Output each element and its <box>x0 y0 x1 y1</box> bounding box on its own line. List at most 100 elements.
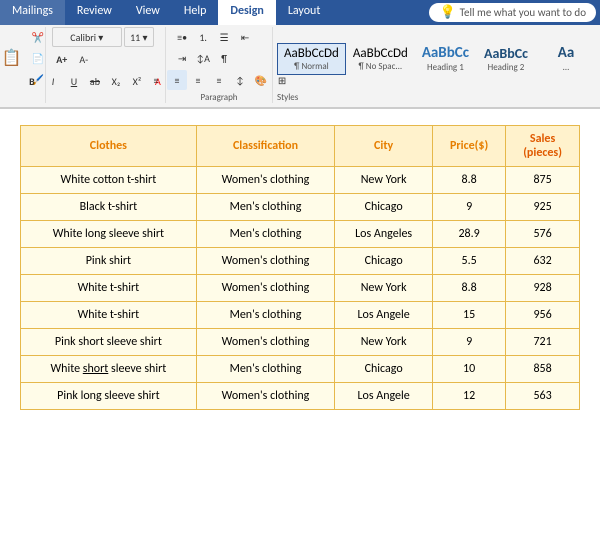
cell-r3-c1: Women's clothing <box>196 248 334 275</box>
table-row: White short sleeve shirtMen's clothingCh… <box>21 356 580 383</box>
table-row: Pink short sleeve shirtWomen's clothingN… <box>21 329 580 356</box>
table-row: White cotton t-shirtWomen's clothingNew … <box>21 167 580 194</box>
align-center-button[interactable]: ≡ <box>167 70 187 90</box>
superscript-button[interactable]: X² <box>127 71 147 91</box>
cut-button[interactable]: ✂️ <box>28 27 48 47</box>
copy-button[interactable]: 📄 <box>28 48 48 68</box>
style-h1-label: Heading 1 <box>427 62 464 73</box>
cell-r4-c4: 928 <box>506 275 580 302</box>
tab-view[interactable]: View <box>124 0 172 25</box>
cell-r0-c4: 875 <box>506 167 580 194</box>
cell-r1-c2: Chicago <box>335 194 433 221</box>
cell-r0-c2: New York <box>335 167 433 194</box>
group-clipboard: 📋 ✂️ 📄 🖌️ <box>4 27 46 103</box>
tab-layout[interactable]: Layout <box>276 0 333 25</box>
tab-review[interactable]: Review <box>65 0 124 25</box>
bold-button[interactable]: B <box>22 71 42 91</box>
cell-r0-c0: White cotton t-shirt <box>21 167 197 194</box>
strikethrough-button[interactable]: ab <box>85 71 105 91</box>
grow-font-button[interactable]: A+ <box>52 49 72 69</box>
font-name-dropdown[interactable]: Calibri ▾ <box>52 27 122 47</box>
style-nospace-label: ¶ No Spac... <box>359 61 403 72</box>
cell-r4-c3: 8.8 <box>433 275 506 302</box>
table-row: White t-shirtWomen's clothingNew York8.8… <box>21 275 580 302</box>
style-h2-label: Heading 2 <box>488 62 525 73</box>
font-size-dropdown[interactable]: 11 ▾ <box>124 27 154 47</box>
cell-r1-c0: Black t-shirt <box>21 194 197 221</box>
col-clothes: Clothes <box>21 126 197 167</box>
group-styles: AaBbCcDd ¶ Normal AaBbCcDd ¶ No Spac... … <box>277 27 596 103</box>
align-left-button[interactable]: ≡ <box>146 70 166 90</box>
cell-r5-c2: Los Angele <box>335 302 433 329</box>
cell-r1-c4: 925 <box>506 194 580 221</box>
cell-r7-c4: 858 <box>506 356 580 383</box>
tab-mailings[interactable]: Mailings <box>0 0 65 25</box>
align-right-button[interactable]: ≡ <box>188 70 208 90</box>
cell-r6-c4: 721 <box>506 329 580 356</box>
cell-r5-c4: 956 <box>506 302 580 329</box>
style-nospace-preview: AaBbCcDd <box>353 46 408 61</box>
ribbon-content: 📋 ✂️ 📄 🖌️ Calibri ▾ 11 ▾ A+ A- B I U ab <box>0 25 600 107</box>
cell-r5-c3: 15 <box>433 302 506 329</box>
show-hide-button[interactable]: ¶ <box>214 48 234 68</box>
style-heading1[interactable]: AaBbCc Heading 1 <box>415 41 476 76</box>
cell-r6-c1: Women's clothing <box>196 329 334 356</box>
numbering-button[interactable]: 1. <box>193 27 213 47</box>
cell-r5-c0: White t-shirt <box>21 302 197 329</box>
table-row: White long sleeve shirtMen's clothingLos… <box>21 221 580 248</box>
styles-list: AaBbCcDd ¶ Normal AaBbCcDd ¶ No Spac... … <box>277 27 596 90</box>
paragraph-label: Paragraph <box>201 92 238 103</box>
ribbon-tabs: Mailings Review View Help Design Layout … <box>0 0 600 25</box>
cell-r4-c2: New York <box>335 275 433 302</box>
cell-r8-c1: Women's clothing <box>196 383 334 410</box>
cell-r8-c2: Los Angele <box>335 383 433 410</box>
lightbulb-icon: 💡 <box>439 5 455 20</box>
style-h2-preview: AaBbCc <box>484 45 528 62</box>
line-spacing-button[interactable]: ↕ <box>230 70 250 90</box>
cell-r6-c0: Pink short sleeve shirt <box>21 329 197 356</box>
shrink-font-button[interactable]: A- <box>74 49 94 69</box>
style-more[interactable]: Aa … <box>536 41 596 76</box>
style-h1-preview: AaBbCc <box>422 44 469 62</box>
subscript-button[interactable]: X₂ <box>106 71 126 91</box>
cell-r8-c3: 12 <box>433 383 506 410</box>
cell-r5-c1: Men's clothing <box>196 302 334 329</box>
document-body: Clothes Classification City Price($) Sal… <box>0 109 600 539</box>
tab-design[interactable]: Design <box>218 0 275 25</box>
style-normal-label: ¶ Normal <box>294 61 329 72</box>
multilevel-list-button[interactable]: ☰ <box>214 27 234 47</box>
ribbon-bar: Mailings Review View Help Design Layout … <box>0 0 600 25</box>
decrease-indent-button[interactable]: ⇤ <box>235 27 255 47</box>
tell-me-box[interactable]: 💡 Tell me what you want to do <box>429 3 596 22</box>
cell-r0-c1: Women's clothing <box>196 167 334 194</box>
style-normal[interactable]: AaBbCcDd ¶ Normal <box>277 43 346 75</box>
group-paragraph: ≡• 1. ☰ ⇤ ⇥ ↕A ¶ ≡ ≡ ≡ ≡ ↕ 🎨 ⊞ Paragraph <box>170 27 273 103</box>
cell-r7-c2: Chicago <box>335 356 433 383</box>
styles-label: Styles <box>277 92 596 103</box>
table-header-row: Clothes Classification City Price($) Sal… <box>21 126 580 167</box>
sort-button[interactable]: ↕A <box>193 48 213 68</box>
bullets-button[interactable]: ≡• <box>172 27 192 47</box>
tab-help[interactable]: Help <box>172 0 219 25</box>
cell-r6-c2: New York <box>335 329 433 356</box>
underline-button[interactable]: U <box>64 71 84 91</box>
style-more-preview: Aa <box>558 44 575 62</box>
cell-r6-c3: 9 <box>433 329 506 356</box>
cell-r7-c3: 10 <box>433 356 506 383</box>
style-nospace[interactable]: AaBbCcDd ¶ No Spac... <box>346 43 415 75</box>
cell-r2-c3: 28.9 <box>433 221 506 248</box>
cell-r3-c2: Chicago <box>335 248 433 275</box>
table-row: Black t-shirtMen's clothingChicago9925 <box>21 194 580 221</box>
cell-r7-c1: Men's clothing <box>196 356 334 383</box>
increase-indent-button[interactable]: ⇥ <box>172 48 192 68</box>
justify-button[interactable]: ≡ <box>209 70 229 90</box>
shading-button[interactable]: 🎨 <box>251 70 271 90</box>
cell-r1-c1: Men's clothing <box>196 194 334 221</box>
italic-button[interactable]: I <box>43 71 63 91</box>
style-heading2[interactable]: AaBbCc Heading 2 <box>476 42 536 76</box>
cell-r7-c0: White short sleeve shirt <box>21 356 197 383</box>
style-more-label: … <box>563 62 569 73</box>
cell-r3-c3: 5.5 <box>433 248 506 275</box>
cell-r4-c0: White t-shirt <box>21 275 197 302</box>
cell-r2-c1: Men's clothing <box>196 221 334 248</box>
